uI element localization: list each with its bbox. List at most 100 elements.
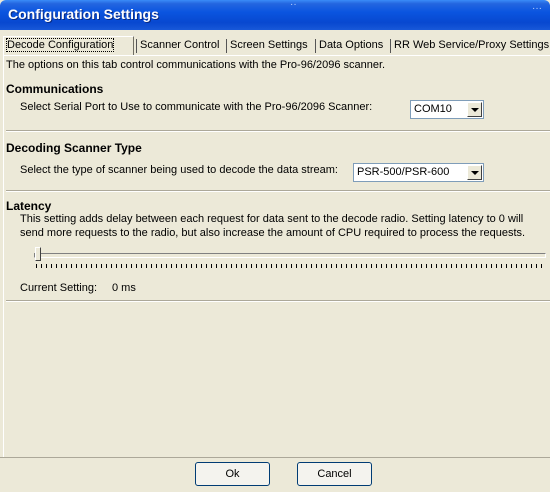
divider [6,300,550,302]
slider-tick [266,264,267,268]
slider-tick [231,264,232,268]
slider-tick [286,264,287,268]
slider-tick [251,264,252,268]
slider-tick [306,264,307,268]
slider-tick [146,264,147,268]
slider-tick [206,264,207,268]
slider-tick [321,264,322,268]
latency-description-line1: This setting adds delay between each req… [20,213,524,225]
scanner-type-select[interactable]: PSR-500/PSR-600 [353,163,484,182]
slider-tick [166,264,167,268]
slider-tick [491,264,492,268]
slider-tick [176,264,177,268]
slider-tick [326,264,327,268]
slider-tick [221,264,222,268]
slider-tick [301,264,302,268]
slider-tick [246,264,247,268]
slider-tick [421,264,422,268]
decoding-heading: Decoding Scanner Type [6,141,142,155]
slider-tick [66,264,67,268]
latency-slider-thumb[interactable] [35,247,41,261]
slider-tick [126,264,127,268]
latency-slider-ticks [36,264,544,269]
slider-tick [151,264,152,268]
slider-tick [216,264,217,268]
title-decoration-right: ··· [532,3,542,14]
slider-tick [386,264,387,268]
slider-tick [141,264,142,268]
slider-tick [241,264,242,268]
slider-tick [271,264,272,268]
slider-tick [521,264,522,268]
serial-port-value: COM10 [414,103,452,115]
slider-tick [391,264,392,268]
slider-tick [116,264,117,268]
slider-tick [381,264,382,268]
slider-tick [136,264,137,268]
ok-button[interactable]: Ok [195,462,270,486]
slider-tick [86,264,87,268]
slider-tick [346,264,347,268]
slider-tick [426,264,427,268]
slider-tick [331,264,332,268]
slider-tick [436,264,437,268]
current-setting-label: Current Setting: [20,282,98,294]
slider-tick [171,264,172,268]
scanner-type-label: Select the type of scanner being used to… [20,164,338,176]
serial-port-select[interactable]: COM10 [410,100,484,119]
slider-tick [36,264,37,268]
slider-tick [401,264,402,268]
slider-tick [336,264,337,268]
slider-tick [446,264,447,268]
chevron-down-icon[interactable] [467,102,482,117]
latency-slider-track[interactable] [34,253,546,258]
slider-tick [191,264,192,268]
slider-tick [131,264,132,268]
slider-tick [106,264,107,268]
slider-tick [311,264,312,268]
slider-tick [461,264,462,268]
tab-decode-configuration[interactable]: Decode Configuration [3,36,134,55]
slider-tick [281,264,282,268]
chevron-down-icon[interactable] [467,165,482,180]
communications-heading: Communications [6,82,104,96]
slider-tick [366,264,367,268]
slider-tick [91,264,92,268]
slider-tick [111,264,112,268]
current-setting-value: 0 ms [112,282,136,294]
slider-tick [516,264,517,268]
scanner-type-value: PSR-500/PSR-600 [357,166,450,178]
tab-screen-settings[interactable]: Screen Settings [227,38,313,54]
slider-tick [261,264,262,268]
slider-tick [531,264,532,268]
slider-tick [226,264,227,268]
slider-tick [526,264,527,268]
slider-tick [501,264,502,268]
slider-tick [451,264,452,268]
slider-tick [76,264,77,268]
divider [6,130,550,132]
tab-data-options[interactable]: Data Options [316,38,388,54]
slider-tick [341,264,342,268]
latency-description-line2: send more requests to the radio, but als… [20,227,526,239]
divider [6,190,550,192]
slider-tick [441,264,442,268]
intro-text: The options on this tab control communic… [6,59,386,71]
cancel-button[interactable]: Cancel [297,462,372,486]
slider-tick [411,264,412,268]
slider-tick [356,264,357,268]
slider-tick [496,264,497,268]
tab-rr-web-service-proxy-settings[interactable]: RR Web Service/Proxy Settings [391,38,549,54]
slider-tick [51,264,52,268]
slider-tick [481,264,482,268]
slider-tick [121,264,122,268]
slider-tick [276,264,277,268]
title-decoration: ·· [290,0,297,10]
slider-tick [291,264,292,268]
slider-tick [236,264,237,268]
tab-scanner-control[interactable]: Scanner Control [137,38,225,54]
slider-tick [376,264,377,268]
slider-tick [456,264,457,268]
title-bar[interactable]: Configuration Settings ·· ··· [0,0,550,30]
slider-tick [296,264,297,268]
